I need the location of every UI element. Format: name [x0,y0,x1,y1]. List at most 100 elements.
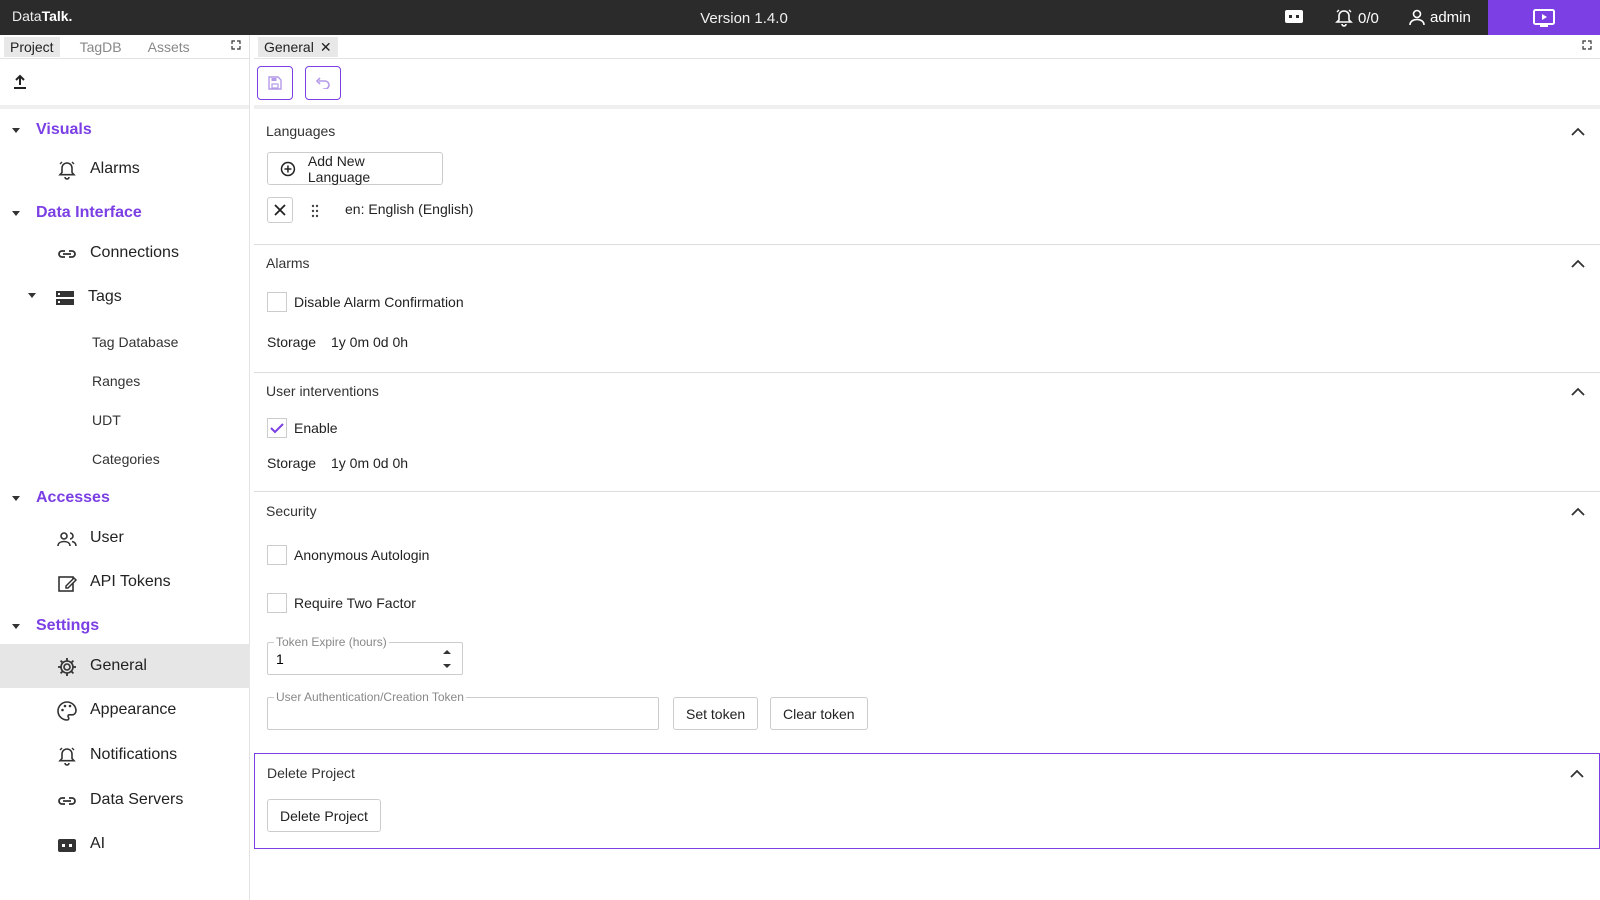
version-label: Version 1.4.0 [700,10,788,27]
users-icon [57,532,77,547]
save-icon [268,76,282,90]
tree-item-notifications[interactable]: Notifications [0,733,250,777]
remove-language-button[interactable] [267,197,293,223]
clear-token-button[interactable]: Clear token [770,697,868,730]
caret-down-icon [28,293,36,298]
panel-title: Alarms [266,255,310,271]
tree-item-user[interactable]: User [0,516,250,560]
anonymous-autologin-checkbox[interactable] [267,545,287,565]
alarm-bell-icon [1335,9,1353,27]
field-label: Token Expire (hours) [274,635,389,649]
chevron-up-icon[interactable] [1570,505,1586,517]
field-label: User Authentication/Creation Token [274,690,466,704]
require-two-factor-checkbox[interactable] [267,593,287,613]
ai-chat-icon [1285,10,1303,23]
alarm-bell-icon [58,161,76,180]
expand-icon[interactable] [231,40,241,50]
link-icon [58,797,76,805]
tree-item-connections[interactable]: Connections [0,231,250,275]
link-icon [58,250,76,258]
play-screen-icon [1533,8,1555,27]
alarm-count: 0/0 [1358,9,1379,27]
tab-assets[interactable]: Assets [142,37,196,57]
user-menu[interactable]: admin [1408,8,1471,26]
checkbox-label: Anonymous Autologin [294,547,430,563]
languages-panel: Languages Add New Language en: English (… [254,113,1600,245]
auth-token-field: User Authentication/Creation Token [267,690,659,730]
checkbox-label: Disable Alarm Confirmation [294,294,464,310]
drag-handle-icon[interactable] [311,204,319,218]
checkbox-label: Require Two Factor [294,595,416,611]
tab-project[interactable]: Project [4,36,60,57]
editor-toolbar [254,59,1600,109]
alarm-bell-icon [58,747,76,766]
token-expire-field: Token Expire (hours) [267,635,463,675]
chevron-up-icon[interactable] [1570,385,1586,397]
close-icon [274,204,286,216]
save-button[interactable] [257,66,293,100]
section-visuals[interactable]: Visuals [0,121,92,139]
panel-title: User interventions [266,383,379,399]
chevron-up-icon[interactable] [1570,125,1586,137]
storage-value[interactable]: 1y 0m 0d 0h [331,455,408,471]
close-icon[interactable]: ✕ [320,39,332,56]
section-accesses[interactable]: Accesses [0,489,110,507]
tree-item-alarms[interactable]: Alarms [0,147,250,191]
tree-item-api-tokens[interactable]: API Tokens [0,560,250,604]
section-settings[interactable]: Settings [0,617,99,635]
alarm-indicator[interactable]: 0/0 [1334,8,1379,28]
chevron-up-icon[interactable] [1569,767,1585,779]
security-panel: Security Anonymous Autologin Require Two… [254,492,1600,753]
panel-title: Delete Project [267,765,355,781]
user-interventions-panel: User interventions Enable Storage 1y 0m … [254,373,1600,492]
editor-tabs: General ✕ [254,35,1600,59]
panel-title: Security [266,503,317,519]
undo-button[interactable] [305,66,341,100]
tree-item-tag-database[interactable]: Tag Database [92,334,178,350]
stepper-icon[interactable] [442,647,452,671]
language-entry: en: English (English) [345,201,474,217]
auth-token-input[interactable] [276,706,646,722]
section-data-interface[interactable]: Data Interface [0,204,142,222]
add-circle-icon [280,161,296,176]
tree-item-ai[interactable]: AI [0,822,250,866]
top-bar: DataTalk. Version 1.4.0 0/0 admin [0,0,1600,35]
ai-chat-button[interactable] [1284,9,1304,30]
enable-interventions-checkbox[interactable] [267,418,287,438]
delete-project-button[interactable]: Delete Project [267,799,381,832]
check-icon [270,423,284,434]
tree-item-general[interactable]: General [0,644,250,688]
add-language-button[interactable]: Add New Language [267,152,443,185]
panel-title: Languages [266,123,336,139]
tree-item-tags[interactable]: Tags [0,275,250,319]
tree-item-categories[interactable]: Categories [92,451,160,467]
tree-item-data-servers[interactable]: Data Servers [0,778,250,822]
tree-item-appearance[interactable]: Appearance [0,688,250,732]
disable-alarm-confirmation-checkbox[interactable] [267,292,287,312]
expand-icon[interactable] [1582,40,1592,50]
tree-item-udt[interactable]: UDT [92,412,121,428]
main-editor: General ✕ Languages Add New Language en:… [254,35,1600,900]
set-token-button[interactable]: Set token [673,697,759,730]
storage-icon [56,291,74,305]
alarms-panel: Alarms Disable Alarm Confirmation Storag… [254,245,1600,373]
tab-general[interactable]: General ✕ [258,37,338,57]
tree-item-ranges[interactable]: Ranges [92,373,140,389]
tab-tagdb[interactable]: TagDB [74,37,128,57]
left-panel-tabs: Project TagDB Assets [0,35,249,59]
caret-down-icon [12,495,20,501]
delete-project-panel: Delete Project Delete Project [254,753,1600,849]
edit-note-icon [58,576,78,592]
storage-label: Storage [267,334,317,350]
run-view-button[interactable] [1488,0,1600,35]
checkbox-label: Enable [294,420,338,436]
caret-down-icon [12,210,20,216]
token-expire-input[interactable] [276,651,426,667]
upload-icon[interactable] [12,74,28,90]
project-tree: Visuals Alarms Data Interface Connection… [0,109,250,894]
storage-label: Storage [267,455,317,471]
upload-toolbar [0,59,249,109]
caret-down-icon [12,127,20,133]
chevron-up-icon[interactable] [1570,257,1586,269]
storage-value[interactable]: 1y 0m 0d 0h [331,334,408,350]
